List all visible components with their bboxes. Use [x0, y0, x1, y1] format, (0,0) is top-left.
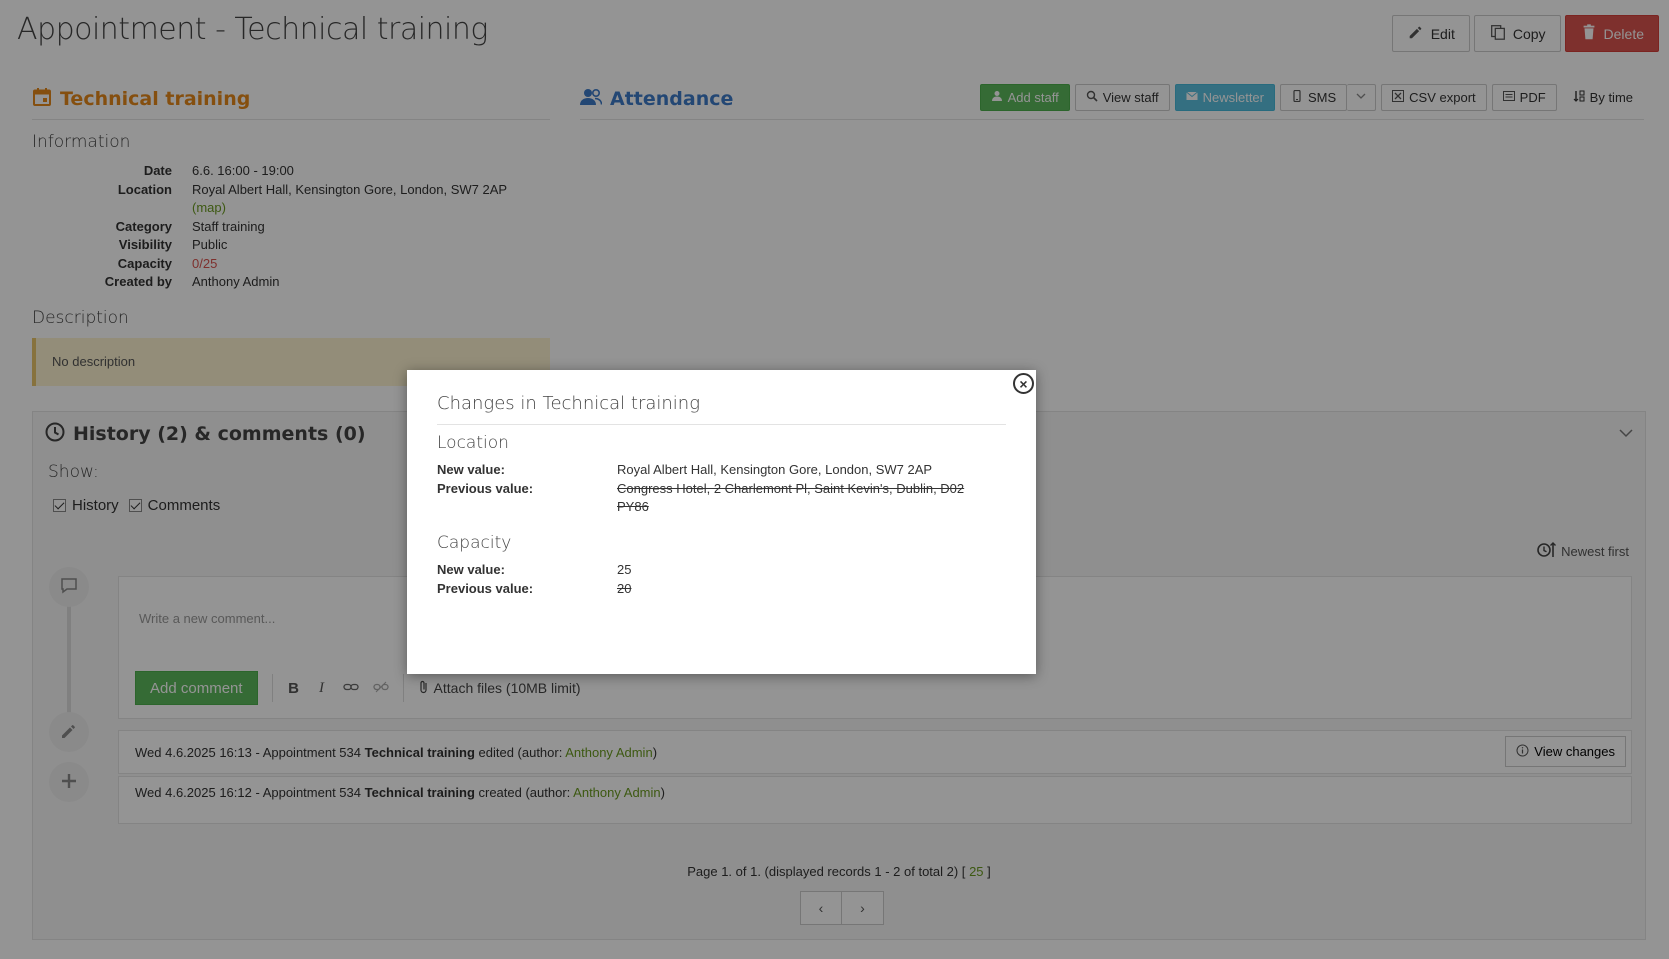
appointment-page: Appointment - Technical training Edit Co… — [0, 0, 1669, 959]
previous-value-row: Previous value: Congress Hotel, 2 Charle… — [437, 480, 1006, 517]
new-value-label: New value: — [437, 462, 505, 477]
close-icon[interactable]: × — [1013, 373, 1034, 394]
new-value-row: New value: Royal Albert Hall, Kensington… — [437, 461, 1006, 480]
dialog-title: Changes in Technical training — [437, 393, 1006, 425]
changes-dialog: × Changes in Technical training Location… — [407, 370, 1036, 674]
change-capacity: Capacity New value: 25 Previous value: 2… — [437, 533, 1006, 598]
previous-value-row: Previous value: 20 — [437, 580, 1006, 599]
new-value-label: New value: — [437, 562, 505, 577]
new-value: Royal Albert Hall, Kensington Gore, Lond… — [617, 462, 933, 477]
change-field-name: Location — [437, 433, 509, 453]
new-value-row: New value: 25 — [437, 561, 1006, 580]
previous-value: Congress Hotel, 2 Charlemont Pl, Saint K… — [617, 480, 965, 515]
previous-value: 20 — [617, 580, 632, 596]
previous-value-label: Previous value: — [437, 480, 534, 496]
change-field-name: Capacity — [437, 533, 512, 553]
previous-value-label: Previous value: — [437, 580, 534, 596]
new-value: 25 — [617, 562, 632, 577]
change-location: Location New value: Royal Albert Hall, K… — [437, 433, 1006, 517]
